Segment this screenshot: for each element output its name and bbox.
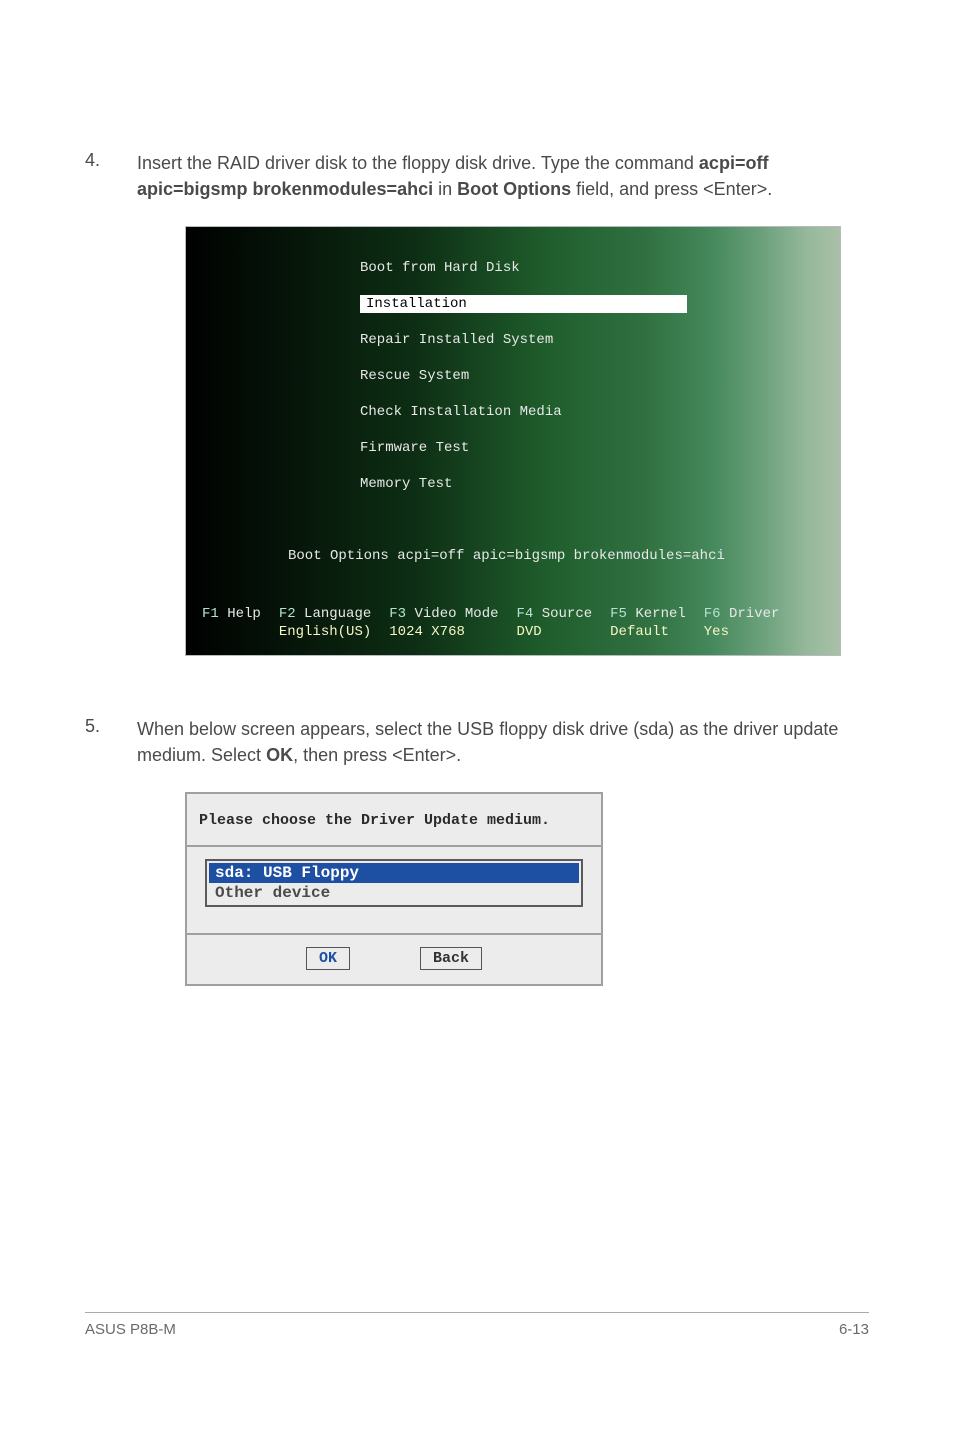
f5-key: F5: [610, 606, 627, 622]
f3-label: Video Mode: [414, 606, 498, 622]
ok-button: OK: [306, 947, 350, 970]
step-5: 5. When below screen appears, select the…: [85, 716, 869, 768]
menu-item: Repair Installed System: [360, 332, 553, 348]
f5-label: Kernel: [635, 606, 685, 622]
footer-right: 6-13: [839, 1321, 869, 1338]
footer-left: ASUS P8B-M: [85, 1321, 176, 1338]
f5-value: Default: [610, 623, 686, 641]
text: Insert the RAID driver disk to the flopp…: [137, 153, 699, 173]
text: field, and press <Enter>.: [571, 179, 772, 199]
f6-value: Yes: [704, 623, 780, 641]
driver-update-dialog-screenshot: Please choose the Driver Update medium. …: [185, 792, 603, 986]
device-item: Other device: [209, 883, 579, 903]
function-key-hints: F1 Help F2 LanguageEnglish(US) F3 Video …: [202, 605, 824, 641]
f4-key: F4: [517, 606, 534, 622]
device-list: sda: USB Floppy Other device: [205, 859, 583, 907]
dialog-title: Please choose the Driver Update medium.: [187, 794, 601, 847]
f3-key: F3: [389, 606, 406, 622]
boot-options-line: Boot Options acpi=off apic=bigsmp broken…: [202, 547, 824, 565]
menu-item-selected: Installation: [360, 295, 687, 313]
f4-value: DVD: [517, 623, 593, 641]
menu-item: Firmware Test: [360, 440, 469, 456]
step-number: 4.: [85, 150, 109, 171]
f3-value: 1024 X768: [389, 623, 498, 641]
step-text: Insert the RAID driver disk to the flopp…: [137, 150, 869, 202]
text: in: [433, 179, 457, 199]
f1-label: Help: [227, 606, 261, 622]
f2-label: Language: [304, 606, 371, 622]
menu-item: Memory Test: [360, 476, 452, 492]
page-footer: ASUS P8B-M 6-13: [85, 1312, 869, 1338]
f1-key: F1: [202, 606, 219, 622]
menu-item: Boot from Hard Disk: [360, 260, 520, 276]
menu-item: Check Installation Media: [360, 404, 562, 420]
back-button: Back: [420, 947, 482, 970]
device-item-selected: sda: USB Floppy: [209, 863, 579, 883]
f4-label: Source: [542, 606, 592, 622]
f6-label: Driver: [729, 606, 779, 622]
f2-key: F2: [279, 606, 296, 622]
step-number: 5.: [85, 716, 109, 737]
step-4: 4. Insert the RAID driver disk to the fl…: [85, 150, 869, 202]
text: , then press <Enter>.: [293, 745, 461, 765]
text: When below screen appears, select the US…: [137, 719, 838, 765]
boot-options-screenshot: Boot from Hard Disk Installation Repair …: [185, 226, 841, 656]
menu-item: Rescue System: [360, 368, 469, 384]
dialog-buttons: OK Back: [187, 935, 601, 984]
field-name: Boot Options: [457, 179, 571, 199]
button-name: OK: [266, 745, 293, 765]
f6-key: F6: [704, 606, 721, 622]
step-text: When below screen appears, select the US…: [137, 716, 869, 768]
f2-value: English(US): [279, 623, 371, 641]
dialog-body: sda: USB Floppy Other device: [187, 847, 601, 935]
